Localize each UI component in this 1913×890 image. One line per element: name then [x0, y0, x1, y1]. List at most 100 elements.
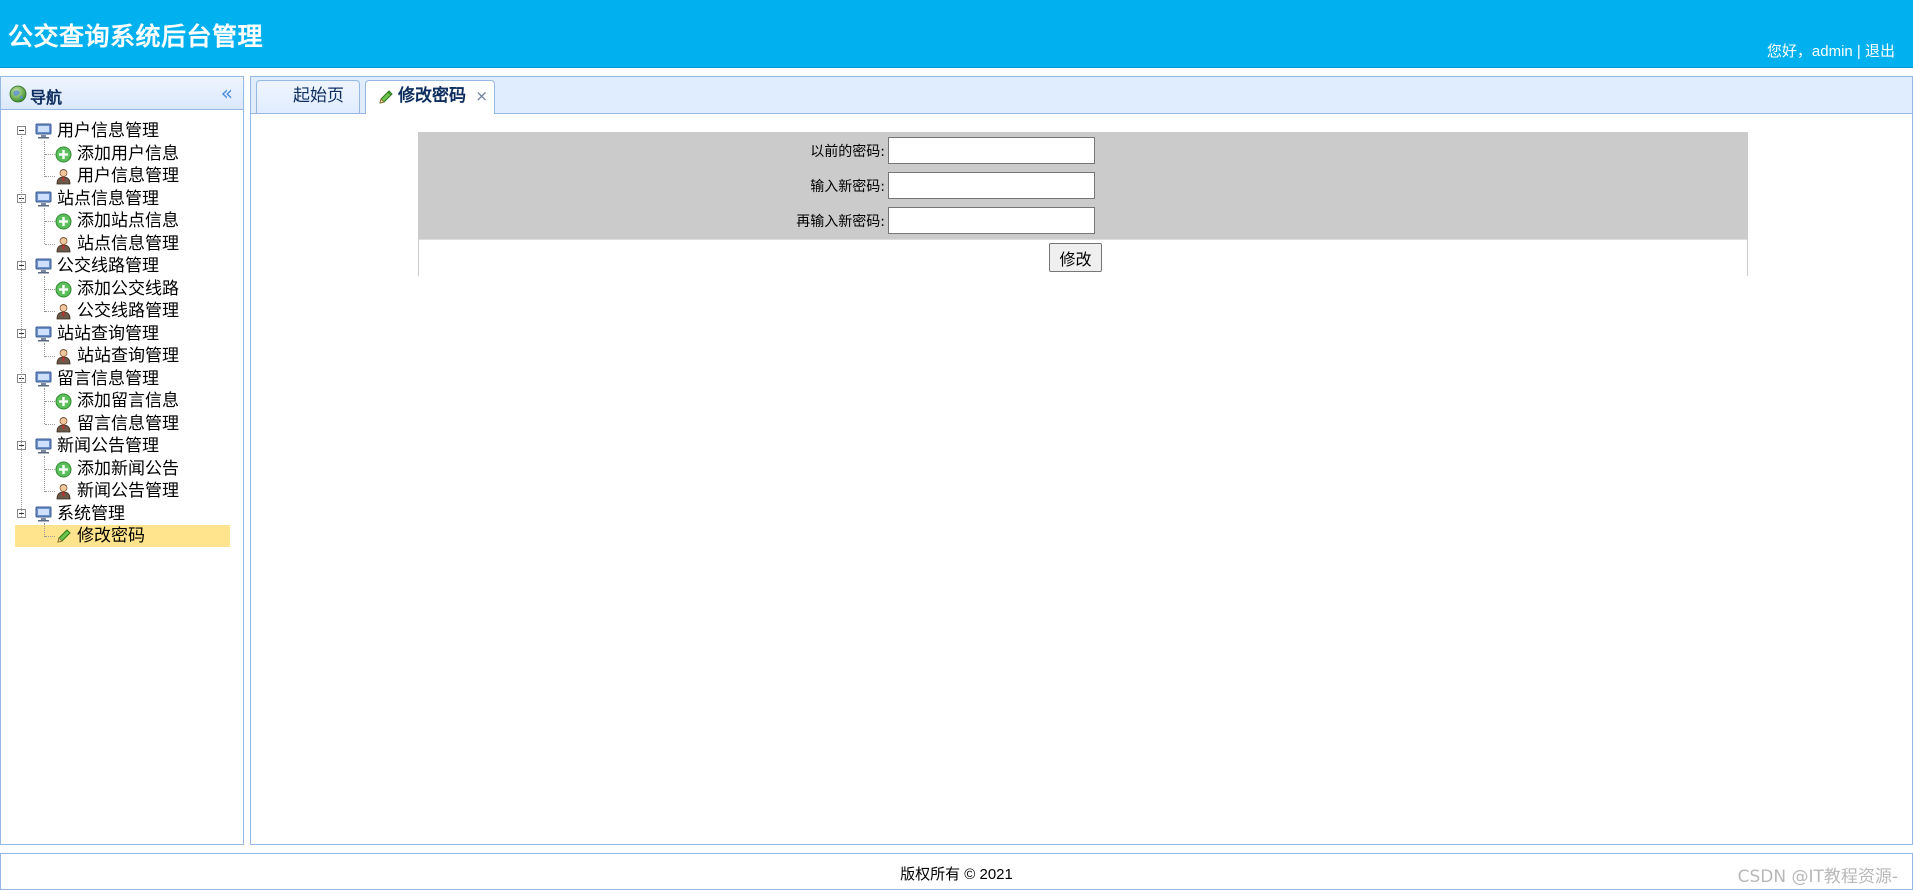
computer-icon	[35, 326, 52, 342]
form-fields: 以前的密码: 输入新密码: 再输入新密码:	[419, 133, 1747, 239]
add-icon	[55, 461, 72, 478]
user-icon	[55, 416, 72, 433]
nav-group-2[interactable]: 公交线路管理	[15, 255, 230, 277]
confirm-password-input[interactable]	[888, 207, 1095, 234]
add-icon	[55, 146, 72, 163]
nav-item-label: 添加公交线路	[77, 278, 179, 299]
computer-icon	[35, 438, 52, 454]
tree-connector	[45, 423, 55, 425]
tree-connector	[45, 536, 55, 537]
confirm-password-row: 再输入新密码:	[419, 206, 1747, 234]
nav-header: 导航 «	[1, 77, 243, 110]
nav-item-label: 添加新闻公告	[77, 458, 179, 479]
computer-icon	[35, 191, 52, 207]
tab-home-label: 起始页	[293, 86, 344, 106]
watermark-text: CSDN @IT教程资源-	[1737, 867, 1898, 887]
tree-connector	[44, 455, 45, 492]
user-area: 您好，admin | 退出	[1767, 40, 1895, 61]
add-icon	[55, 281, 72, 298]
old-password-label: 以前的密码:	[810, 144, 885, 160]
nav-group-label: 留言信息管理	[57, 368, 159, 389]
header-separator: |	[1852, 43, 1865, 60]
new-password-label: 输入新密码:	[810, 179, 885, 195]
nav-group-label: 站站查询管理	[57, 323, 159, 344]
nav-group-4[interactable]: 留言信息管理	[15, 368, 230, 390]
tree-connector	[45, 288, 55, 290]
tree-connector	[44, 208, 45, 244]
form-actions: 修改	[419, 239, 1747, 276]
app-title: 公交查询系统后台管理	[8, 22, 264, 51]
tree-connector	[45, 491, 55, 492]
nav-group-label: 站点信息管理	[57, 188, 159, 209]
nav-item-label: 添加用户信息	[77, 143, 179, 164]
nav-item-label: 留言信息管理	[77, 413, 179, 434]
nav-item-label: 新闻公告管理	[77, 481, 179, 501]
computer-icon	[35, 371, 52, 387]
nav-item-label: 用户信息管理	[77, 166, 179, 186]
tree-connector	[44, 388, 45, 424]
user-icon	[55, 236, 72, 253]
nav-group-label: 系统管理	[57, 503, 125, 524]
nav-item-label: 添加留言信息	[77, 391, 179, 411]
tree-connector	[45, 401, 55, 402]
submit-button[interactable]: 修改	[1049, 243, 1102, 272]
tree-connector	[45, 153, 55, 155]
pencil-icon	[55, 528, 72, 545]
tree-connector	[45, 221, 55, 222]
user-icon	[55, 483, 72, 500]
tree-connector	[44, 523, 45, 537]
nav-group-label: 用户信息管理	[57, 121, 159, 141]
nav-item-label: 站点信息管理	[77, 233, 179, 254]
logout-link[interactable]: 退出	[1865, 43, 1895, 60]
nav-group-label: 公交线路管理	[57, 256, 159, 276]
tab-change-password[interactable]: 修改密码 ×	[365, 80, 495, 114]
tab-home[interactable]: 起始页	[256, 80, 360, 113]
computer-icon	[35, 506, 52, 522]
footer: 版权所有 © 2021 CSDN @IT教程资源-	[0, 853, 1913, 890]
add-icon	[55, 213, 72, 230]
tab-change-password-label: 修改密码	[398, 86, 466, 106]
add-icon	[55, 393, 72, 410]
tree-connector	[44, 343, 45, 357]
nav-group-1[interactable]: 站点信息管理	[15, 188, 230, 210]
new-password-input[interactable]	[888, 172, 1095, 199]
tree-connector	[45, 311, 55, 312]
user-icon	[55, 303, 72, 320]
nav-group-0[interactable]: 用户信息管理	[15, 120, 230, 142]
tree-connector	[45, 468, 55, 470]
tree-connector	[45, 356, 55, 357]
tree-connector	[44, 140, 45, 177]
user-icon	[55, 348, 72, 365]
new-password-row: 输入新密码:	[419, 171, 1747, 199]
nav-group-3[interactable]: 站站查询管理	[15, 323, 230, 345]
nav-group-6[interactable]: 系统管理	[15, 503, 230, 525]
computer-icon	[35, 258, 52, 274]
pencil-icon	[379, 90, 393, 104]
user-icon	[55, 168, 72, 185]
content-panel: 起始页 修改密码 × 以前的密码: 输入新密码: 再输入新密码: 修改	[250, 76, 1913, 845]
tree-connector	[45, 176, 55, 177]
confirm-password-label: 再输入新密码:	[796, 214, 885, 230]
nav-group-5[interactable]: 新闻公告管理	[15, 435, 230, 457]
header-bar: 公交查询系统后台管理 您好，admin | 退出	[0, 0, 1913, 68]
tree-connector	[21, 134, 22, 517]
old-password-input[interactable]	[888, 137, 1095, 164]
tree-connector	[44, 275, 45, 312]
tree-connector	[45, 243, 55, 245]
nav-group-label: 新闻公告管理	[57, 436, 159, 456]
nav-item-label: 添加站点信息	[77, 211, 179, 231]
nav-item-label: 修改密码	[77, 526, 145, 546]
user-greeting: 您好，admin	[1766, 43, 1853, 60]
close-icon[interactable]: ×	[475, 81, 488, 112]
collapse-icon[interactable]: «	[221, 81, 233, 105]
change-password-form: 以前的密码: 输入新密码: 再输入新密码: 修改	[418, 132, 1748, 276]
nav-item-label: 公交线路管理	[77, 301, 179, 321]
computer-icon	[35, 123, 52, 139]
old-password-row: 以前的密码:	[419, 136, 1747, 164]
tab-strip: 起始页 修改密码 ×	[251, 77, 1912, 114]
copyright-text: 版权所有 © 2021	[900, 866, 1013, 883]
nav-title: 导航	[30, 88, 63, 107]
nav-item-label: 站站查询管理	[77, 346, 179, 366]
globe-icon	[9, 85, 27, 103]
nav-panel: 导航 « 用户信息管理 添加用户信息 用户信息管理 站点信息管理 添加站点信息 站点信息管…	[0, 76, 244, 845]
